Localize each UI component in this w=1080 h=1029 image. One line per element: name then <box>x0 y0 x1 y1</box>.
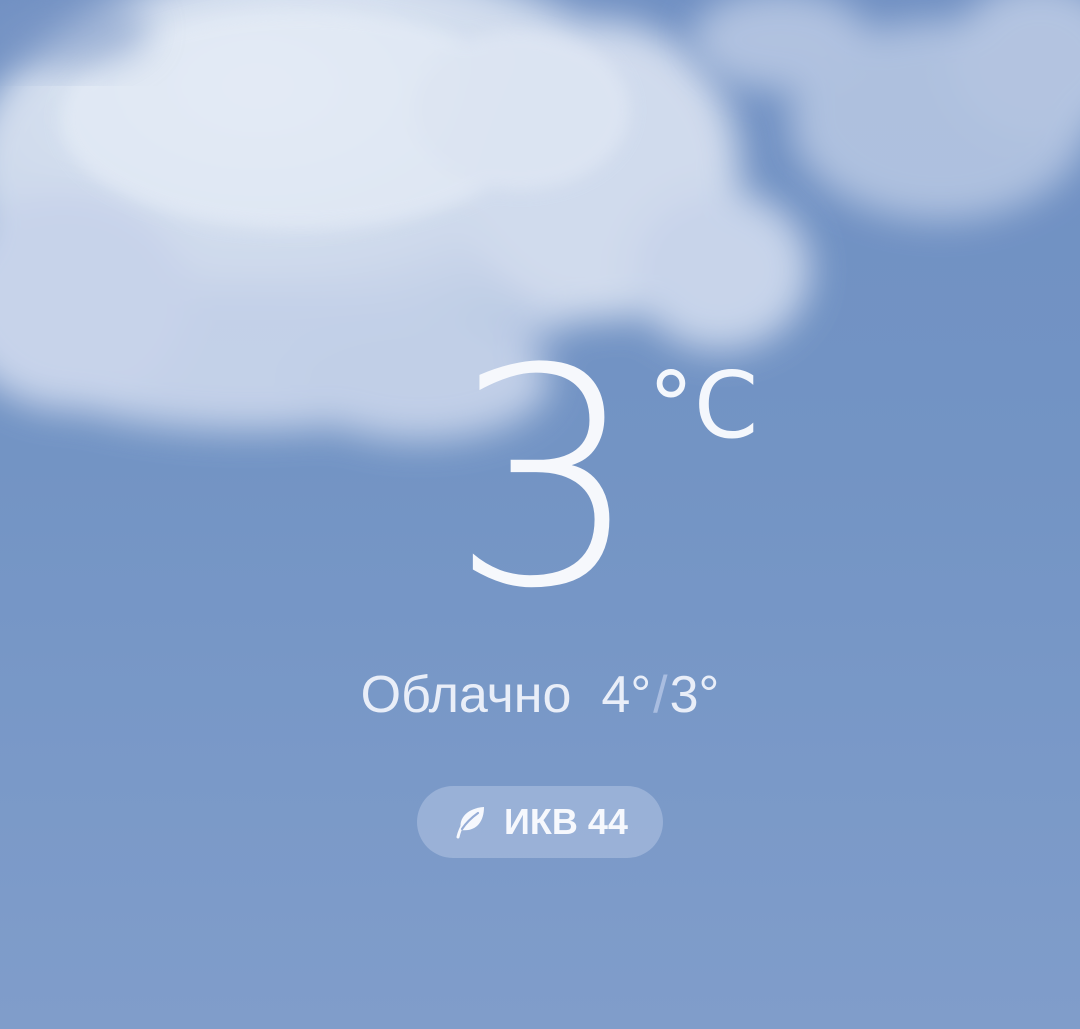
temperature-separator: / <box>653 666 668 724</box>
leaf-icon <box>456 807 485 839</box>
low-temperature: 3° <box>669 666 720 724</box>
cloud-icon <box>690 0 1080 220</box>
aqi-badge[interactable]: ИКВ 44 <box>417 786 663 858</box>
high-temperature: 4° <box>601 666 652 724</box>
temperature-unit: °C <box>648 352 759 459</box>
current-temperature: 3 °C <box>0 330 1080 630</box>
aqi-value: ИКВ 44 <box>504 801 628 842</box>
condition-label: Облачно <box>360 666 572 724</box>
temperature-value: 3 <box>450 305 641 654</box>
condition-summary: Облачно 4°/3° <box>0 665 1080 725</box>
